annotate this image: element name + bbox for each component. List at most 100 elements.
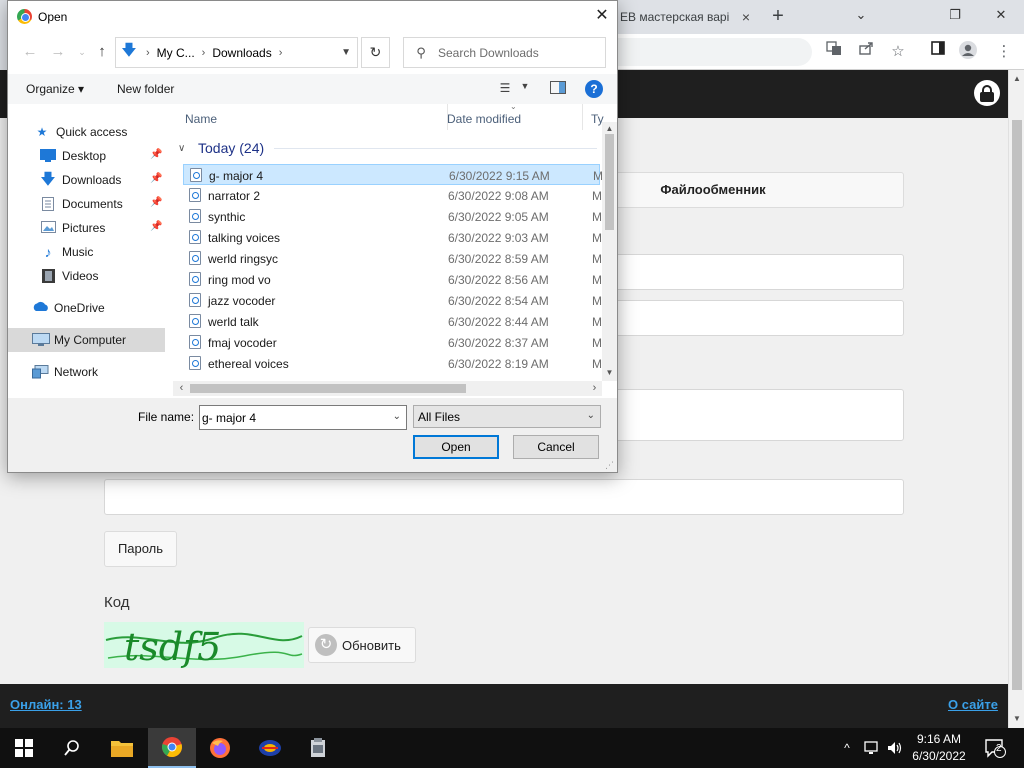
app-taskbar-5[interactable] [294,728,342,768]
media-file-icon [189,293,201,307]
captcha-refresh-button[interactable]: ↻ Обновить [308,627,416,663]
file-row[interactable]: ring mod vo 6/30/2022 8:56 AM M [183,269,602,290]
back-arrow-icon[interactable]: ← [20,42,40,62]
scroll-up-icon[interactable]: ▲ [602,124,617,133]
start-button[interactable] [0,728,48,768]
nav-music[interactable]: ♪ Music [8,240,165,264]
nav-network[interactable]: Network [8,360,165,384]
file-type-select[interactable]: All Files ⌄ [413,405,601,428]
cancel-button[interactable]: Cancel [513,435,599,459]
volume-icon[interactable] [884,728,906,768]
nav-documents[interactable]: Documents 📌 [8,192,165,216]
nav-downloads[interactable]: 🡇 Downloads 📌 [8,168,165,192]
forward-arrow-icon[interactable]: → [48,42,68,62]
side-panel-icon[interactable] [926,40,950,64]
pin-icon[interactable]: 📌 [150,221,162,232]
pin-icon[interactable]: 📌 [150,149,162,160]
file-row[interactable]: werld talk 6/30/2022 8:44 AM M [183,311,602,332]
address-dropdown-icon[interactable]: ▼ [341,47,351,58]
nav-label: Desktop [62,149,107,163]
media-file-icon [189,272,201,286]
lock-icon[interactable] [974,80,1000,106]
online-count-link[interactable]: Онлайн: 13 [10,697,82,712]
chrome-app[interactable] [148,728,196,768]
breadcrumb-my-computer[interactable]: My C... [157,46,195,60]
nav-desktop[interactable]: Desktop 📌 [8,144,165,168]
file-name-dropdown-icon[interactable]: ⌄ [393,411,401,422]
file-explorer-app[interactable] [98,728,146,768]
file-row[interactable]: narrator 2 6/30/2022 9:08 AM M [183,185,602,206]
file-row[interactable]: synthic 6/30/2022 9:05 AM M [183,206,602,227]
dialog-bottom-bar: File name: g- major 4 ⌄ All Files ⌄ Open… [8,398,617,472]
pin-icon[interactable]: 📌 [150,173,162,184]
column-header-name[interactable]: Name [182,104,448,130]
tab-search-icon[interactable]: ⌄ [846,4,876,26]
file-list-horizontal-scrollbar[interactable]: ‹ › [173,381,602,396]
tray-overflow-icon[interactable]: ^ [838,728,856,768]
app-taskbar-4[interactable] [246,728,294,768]
column-header-date[interactable]: Date modified [439,104,583,130]
breadcrumb-downloads[interactable]: Downloads [212,46,271,60]
open-button[interactable]: Open [413,435,499,459]
file-row[interactable]: jazz vocoder 6/30/2022 8:54 AM M [183,290,602,311]
refresh-icon[interactable]: ↻ [361,37,390,68]
profile-avatar-icon[interactable] [956,40,980,64]
up-arrow-icon[interactable]: ↑ [92,42,112,62]
notification-center-button[interactable]: 2 [980,728,1010,768]
recent-locations-icon[interactable]: ⌄ [72,42,92,62]
menu-kebab-icon[interactable]: ⋮ [992,40,1016,64]
scroll-down-icon[interactable]: ▼ [1009,714,1024,723]
about-link[interactable]: О сайте [948,697,998,712]
organize-menu[interactable]: Organize ▾ [26,82,84,96]
open-file-dialog: Open ✕ ← → ⌄ ↑ 🡇 › My C... › Downloads ›… [7,0,618,473]
page-scrollbar[interactable]: ▲ ▼ [1008,70,1024,728]
nav-videos[interactable]: Videos [8,264,165,288]
taskbar-clock[interactable]: 9:16 AM 6/30/2022 [904,731,974,765]
scroll-down-icon[interactable]: ▼ [602,368,617,377]
file-row[interactable]: talking voices 6/30/2022 9:03 AM M [183,227,602,248]
page-scroll-thumb[interactable] [1012,120,1022,690]
file-name-input[interactable]: g- major 4 ⌄ [199,405,407,430]
nav-my-computer[interactable]: My Computer [8,328,165,352]
address-bar[interactable] [612,38,812,66]
preview-pane-icon[interactable] [546,81,570,97]
view-dropdown-icon[interactable]: ▼ [513,81,537,97]
column-header-type[interactable]: Ty [583,104,604,130]
scroll-right-icon[interactable]: › [587,382,602,394]
share-icon[interactable] [854,40,878,64]
file-row[interactable]: werld ringsyc 6/30/2022 8:59 AM M [183,248,602,269]
password-button[interactable]: Пароль [104,531,177,567]
scroll-left-icon[interactable]: ‹ [174,382,189,394]
file-list-hscroll-thumb[interactable] [190,384,466,393]
browser-tab[interactable]: EB мастерская варі × [612,0,760,34]
close-window-button[interactable]: ✕ [986,4,1016,26]
file-row[interactable]: g- major 4 6/30/2022 9:15 AM M [183,164,603,185]
new-tab-button[interactable]: + [766,4,790,28]
pin-icon[interactable]: 📌 [150,197,162,208]
search-downloads-input[interactable]: ⚲ Search Downloads [403,37,606,68]
form-input-3[interactable] [104,479,904,515]
address-breadcrumb[interactable]: 🡇 › My C... › Downloads › ▼ [115,37,358,68]
file-list-vertical-scrollbar[interactable]: ▲ ▼ [602,122,617,381]
search-taskbar-button[interactable] [48,728,96,768]
nav-pictures[interactable]: Pictures 📌 [8,216,165,240]
nav-onedrive[interactable]: OneDrive [8,296,165,320]
firefox-app[interactable] [196,728,244,768]
dialog-title-bar[interactable]: Open ✕ [8,1,617,32]
network-tray-icon[interactable] [860,728,884,768]
scroll-up-icon[interactable]: ▲ [1009,74,1024,83]
help-icon[interactable]: ? [585,80,603,98]
resize-grip-icon[interactable]: ⋰ [605,460,614,471]
file-row[interactable]: ethereal voices 6/30/2022 8:19 AM M [183,353,602,374]
new-folder-button[interactable]: New folder [117,82,174,96]
tab-close-icon[interactable]: × [742,9,750,25]
translate-icon[interactable] [822,40,846,64]
dialog-close-icon[interactable]: ✕ [588,5,616,27]
group-header-today[interactable]: ∨ Today (24) [173,137,601,159]
bookmark-star-icon[interactable]: ☆ [886,40,910,64]
nav-quick-access[interactable]: ★ Quick access [8,120,165,144]
restore-window-button[interactable]: ❐ [940,4,970,26]
computer-icon [32,333,50,347]
file-list-scroll-thumb[interactable] [605,134,614,230]
file-row[interactable]: fmaj vocoder 6/30/2022 8:37 AM M [183,332,602,353]
